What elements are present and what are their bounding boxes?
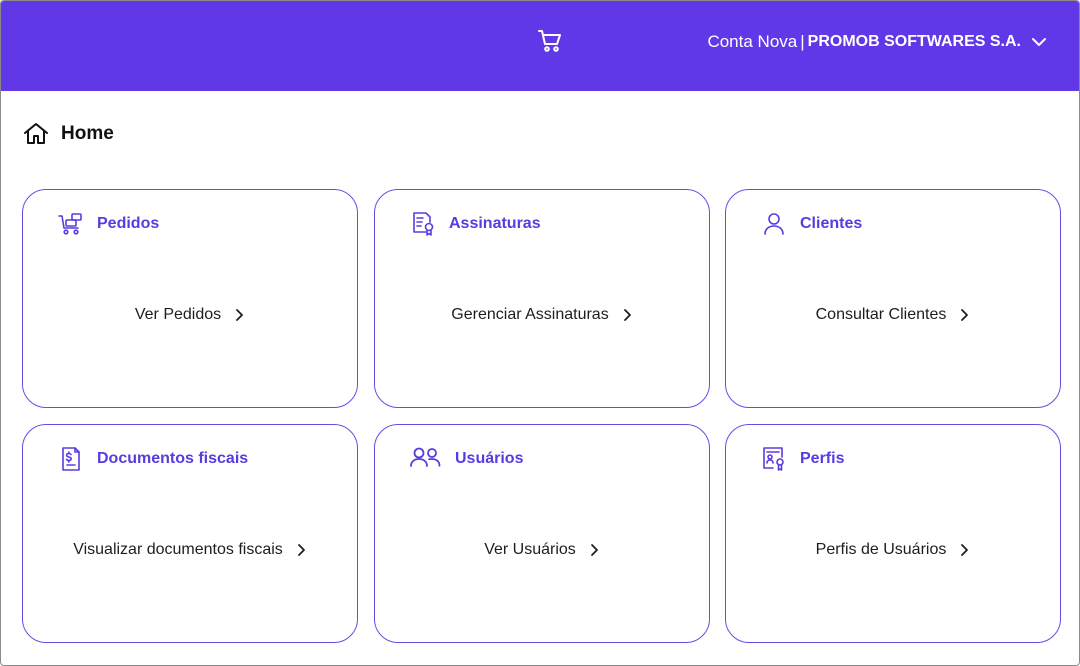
- chevron-right-icon: [588, 543, 600, 557]
- ver-usuarios-link[interactable]: Ver Usuários: [375, 541, 709, 559]
- card-assinaturas[interactable]: Assinaturas Gerenciar Assinaturas: [374, 189, 710, 408]
- card-documentos-fiscais[interactable]: Documentos fiscais Visualizar documentos…: [22, 424, 358, 643]
- card-title: Pedidos: [97, 215, 160, 232]
- invoice-dollar-icon: [57, 445, 85, 473]
- ver-pedidos-link[interactable]: Ver Pedidos: [23, 306, 357, 324]
- user-icon: [760, 210, 788, 238]
- breadcrumb: Home: [23, 121, 114, 147]
- account-name: Conta Nova: [707, 32, 798, 51]
- card-title: Perfis: [800, 450, 845, 467]
- gerenciar-assinaturas-link[interactable]: Gerenciar Assinaturas: [375, 306, 709, 324]
- card-title: Documentos fiscais: [97, 450, 249, 467]
- chevron-right-icon: [233, 308, 245, 322]
- cart-icon: [538, 30, 561, 52]
- consultar-clientes-link[interactable]: Consultar Clientes: [726, 306, 1060, 324]
- card-link-label: Ver Usuários: [484, 541, 576, 558]
- cart-button[interactable]: [534, 25, 566, 57]
- chevron-right-icon: [958, 308, 970, 322]
- chevron-right-icon: [621, 308, 633, 322]
- visualizar-documentos-fiscais-link[interactable]: Visualizar documentos fiscais: [23, 541, 357, 559]
- card-link-label: Visualizar documentos fiscais: [73, 541, 283, 558]
- card-link-label: Perfis de Usuários: [815, 541, 947, 558]
- certificate-document-icon: [409, 210, 437, 238]
- users-icon: [409, 445, 443, 473]
- page-title: Home: [61, 123, 114, 144]
- card-link-label: Consultar Clientes: [815, 306, 947, 323]
- chevron-right-icon: [958, 543, 970, 557]
- card-link-label: Gerenciar Assinaturas: [451, 306, 609, 323]
- card-title: Assinaturas: [449, 215, 541, 232]
- card-usuarios[interactable]: Usuários Ver Usuários: [374, 424, 710, 643]
- card-pedidos[interactable]: Pedidos Ver Pedidos: [22, 189, 358, 408]
- home-icon[interactable]: [23, 121, 49, 147]
- cart-icon: [57, 210, 85, 238]
- perfis-de-usuarios-link[interactable]: Perfis de Usuários: [726, 541, 1060, 559]
- top-bar: Conta Nova | PROMOB SOFTWARES S.A.: [1, 1, 1079, 91]
- app-window: Conta Nova | PROMOB SOFTWARES S.A. Home: [0, 0, 1080, 666]
- chevron-down-icon: [1031, 34, 1047, 50]
- card-perfis[interactable]: Perfis Perfis de Usuários: [725, 424, 1061, 643]
- card-clientes[interactable]: Clientes Consultar Clientes: [725, 189, 1061, 408]
- chevron-right-icon: [295, 543, 307, 557]
- card-title: Usuários: [455, 450, 524, 467]
- account-menu-button[interactable]: Conta Nova | PROMOB SOFTWARES S.A.: [707, 29, 1047, 55]
- profile-badge-icon: [760, 445, 788, 473]
- account-separator: |: [800, 32, 805, 51]
- account-company: PROMOB SOFTWARES S.A.: [807, 33, 1021, 50]
- card-link-label: Ver Pedidos: [134, 306, 222, 323]
- card-title: Clientes: [800, 215, 863, 232]
